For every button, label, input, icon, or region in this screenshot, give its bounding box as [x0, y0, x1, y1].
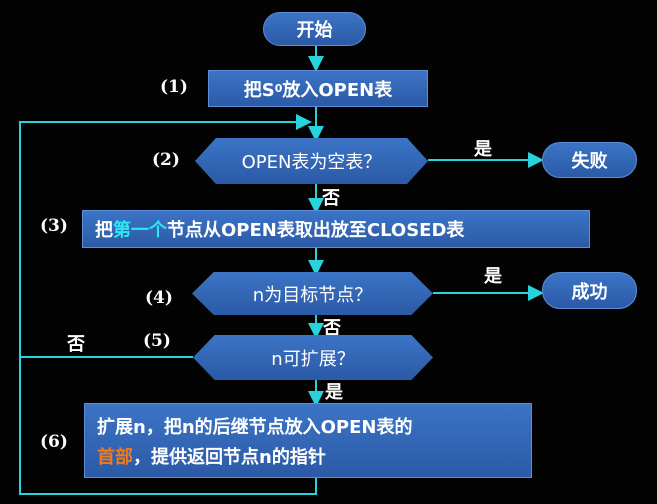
step-box-1: 把S 0 放入OPEN表: [208, 70, 428, 107]
fail-node: 失败: [542, 142, 637, 178]
flowchart: 开始 (1) 把S 0 放入OPEN表 (2) OPEN表为空表？ 是 否 失败 (…: [0, 0, 657, 504]
start-label: 开始: [296, 20, 333, 41]
step-label-4: (4): [145, 288, 173, 308]
start-node: 开始: [263, 12, 366, 46]
box6-line2: 首部，提供返回节点n的指针: [97, 443, 326, 469]
decision-expandable-label: n可扩展？: [271, 348, 355, 370]
edge-label-yes-to-6: 是: [325, 382, 343, 403]
box3-highlight: 第一个: [113, 220, 167, 241]
edge-label-no-loop: 否: [67, 334, 85, 355]
step-label-3: (3): [40, 216, 68, 236]
edge-label-yes-success: 是: [484, 266, 502, 287]
box6-line2-post: ，提供返回节点n的指针: [133, 446, 326, 468]
edge-label-no-to-3: 否: [322, 188, 340, 209]
decision-open-empty: OPEN表为空表？: [195, 138, 428, 184]
decision-goal-label: n为目标节点？: [252, 284, 373, 306]
step-label-2: (2): [152, 150, 180, 170]
success-node: 成功: [542, 272, 637, 309]
step-label-5: (5): [143, 331, 171, 351]
decision-expandable: n可扩展？: [193, 335, 433, 380]
box6-highlight: 首部: [97, 446, 133, 468]
edge-label-yes-fail: 是: [474, 139, 492, 160]
success-label: 成功: [571, 281, 608, 303]
step-label-6: (6): [40, 432, 68, 452]
box1-post: 放入OPEN表: [282, 79, 393, 101]
box1-pre: 把S: [243, 79, 275, 101]
fail-label: 失败: [571, 151, 608, 172]
box3-pre: 把: [95, 220, 113, 241]
decision-goal: n为目标节点？: [192, 272, 433, 315]
box6-line1: 扩展n，把n的后继节点放入OPEN表的: [97, 416, 413, 438]
step-box-3: 把第一个 节点从OPEN表取出放至CLOSED表: [82, 210, 590, 248]
box3-post: 节点从OPEN表取出放至CLOSED表: [167, 220, 465, 241]
step-box-6: 扩展n，把n的后继节点放入OPEN表的 首部，提供返回节点n的指针: [84, 403, 532, 478]
decision-open-empty-label: OPEN表为空表？: [241, 152, 382, 173]
step-label-1: (1): [160, 77, 188, 97]
